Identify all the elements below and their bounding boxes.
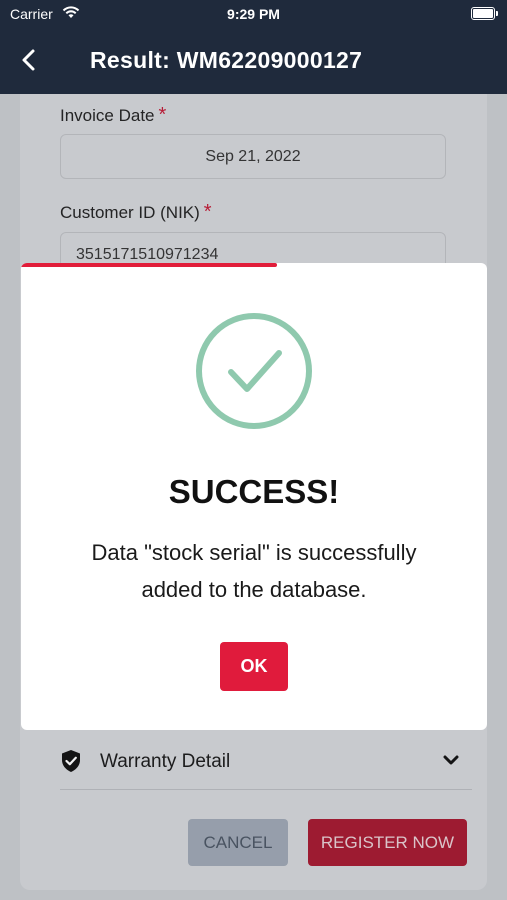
nav-bar: Result: WM62209000127 — [0, 28, 507, 94]
dialog-message: Data "stock serial" is successfully adde… — [91, 540, 417, 602]
check-circle-icon — [196, 313, 312, 429]
page-title: Result: WM62209000127 — [90, 47, 363, 73]
success-dialog: SUCCESS! Data "stock serial" is successf… — [21, 263, 487, 730]
dialog-timer-bar — [21, 263, 278, 267]
clock: 9:29 PM — [227, 6, 280, 22]
battery-icon — [471, 7, 498, 20]
back-arrow-icon[interactable] — [16, 46, 44, 74]
dialog-title: SUCCESS! — [168, 473, 340, 510]
status-bar: Carrier 9:29 PM — [0, 0, 507, 28]
ok-button[interactable]: OK — [220, 642, 288, 691]
